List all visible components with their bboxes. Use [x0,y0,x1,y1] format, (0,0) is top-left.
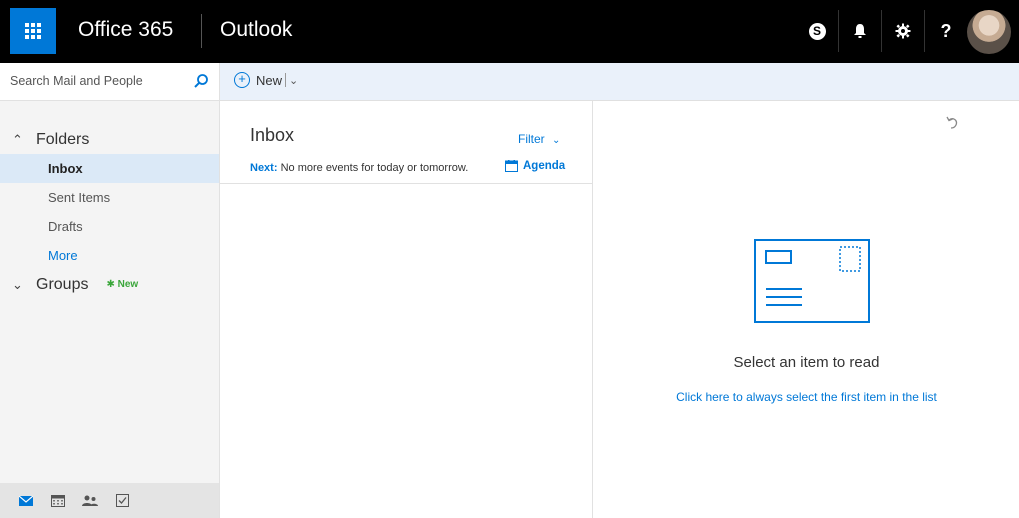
select-first-item-link[interactable]: Click here to always select the first it… [594,390,1019,404]
agenda-label: Agenda [523,160,566,172]
folder-label: Inbox [48,161,83,176]
groups-header[interactable]: ⌄ Groups ✱ New [0,270,219,299]
reading-pane: Select an item to read Click here to alw… [594,101,1019,518]
folder-nav: ⌃ Folders Inbox Sent Items Drafts More ⌄… [0,125,219,299]
next-label: Next: [250,162,278,174]
list-divider [220,183,592,184]
notifications-button[interactable] [839,10,881,52]
empty-reading-text: Select an item to read [733,354,880,371]
folder-label: Drafts [48,219,83,234]
more-label: More [48,248,78,263]
app-launcher-button[interactable] [10,8,56,54]
mail-module-button[interactable] [16,491,36,511]
chevron-down-icon[interactable]: ⌄ [289,74,298,87]
undo-icon[interactable] [944,115,960,131]
new-group-link[interactable]: ✱ New [106,279,138,290]
gear-icon [895,23,911,39]
folder-item-sent-items[interactable]: Sent Items [0,183,219,212]
new-separator [285,73,287,87]
search-input[interactable] [10,74,180,88]
new-label: New [256,72,283,88]
search-icon[interactable] [193,73,209,89]
tasks-icon [115,494,129,507]
avatar[interactable] [967,10,1011,54]
command-bar: + New ⌄ [220,63,1019,101]
new-message-button[interactable]: + New ⌄ [234,72,298,88]
people-icon [82,495,98,506]
help-icon: ? [940,20,952,41]
skype-icon: S [808,22,826,40]
settings-button[interactable] [882,10,924,52]
folder-label: Sent Items [48,190,111,205]
next-event-text: No more events for today or tomorrow. [280,162,469,174]
people-module-button[interactable] [80,491,100,511]
chevron-down-icon: ⌄ [12,276,23,292]
tasks-module-button[interactable] [112,491,132,511]
top-bar: Office 365 Outlook S ? [0,0,1019,63]
calendar-module-button[interactable] [48,491,68,511]
waffle-icon [25,23,41,39]
module-switcher [0,483,219,518]
title-divider [201,14,202,48]
filter-label: Filter [518,132,545,146]
groups-label: Groups [36,275,89,293]
folders-label: Folders [36,130,90,148]
folder-item-drafts[interactable]: Drafts [0,212,219,241]
folders-more-link[interactable]: More [0,241,219,270]
new-group-label: New [117,279,139,290]
plus-icon: + [234,72,250,88]
skype-button[interactable]: S [796,10,838,52]
agenda-button[interactable]: Agenda [505,160,565,172]
message-list: Inbox Filter ⌄ Next: No more events for … [220,101,593,518]
bell-icon [854,24,866,38]
calendar-icon [51,494,65,507]
next-event-line: Next: No more events for today or tomorr… [250,162,468,174]
chevron-up-icon: ⌃ [12,131,23,147]
folders-header[interactable]: ⌃ Folders [0,125,219,154]
chevron-down-icon: ⌄ [552,135,561,146]
help-button[interactable]: ? [925,10,967,52]
calendar-icon [505,160,518,172]
folder-item-inbox[interactable]: Inbox [0,154,219,183]
folder-title: Inbox [250,125,295,145]
search-box [0,63,220,101]
mail-icon [19,495,33,506]
brand-title[interactable]: Office 365 [78,18,173,42]
filter-button[interactable]: Filter ⌄ [518,132,560,146]
sidebar: ⌃ Folders Inbox Sent Items Drafts More ⌄… [0,63,220,518]
envelope-icon [754,239,870,323]
app-title: Outlook [220,18,293,41]
